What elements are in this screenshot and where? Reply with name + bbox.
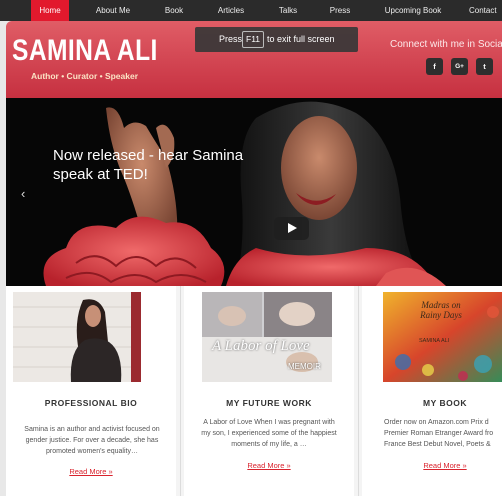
card-future-work: A Labor of Love MEMOIR MY FUTURE WORK A … xyxy=(184,286,354,496)
nav-book[interactable]: Book xyxy=(157,0,191,21)
card-future-image-title: A Labor of Love xyxy=(212,338,310,354)
card-bio-read-more[interactable]: Read More » xyxy=(6,467,176,476)
card-book-text: Order now on Amazon.com Prix d Premier R… xyxy=(384,419,494,448)
fullscreen-notice-prefix: Press xyxy=(219,34,243,44)
twitter-icon[interactable]: t xyxy=(476,58,493,75)
card-divider xyxy=(180,286,181,496)
card-bio-text: Samina is an author and activist focused… xyxy=(24,426,160,455)
hero-caption[interactable]: Now released - hear Samina speak at TED! xyxy=(53,146,273,184)
nav-talks[interactable]: Talks xyxy=(273,0,303,21)
card-future-image-subtitle: MEMOIR xyxy=(288,362,321,371)
f11-key: F11 xyxy=(242,31,265,48)
card-book-cover-title: Madras on Rainy Days xyxy=(420,300,462,320)
social-connect-label: Connect with me in Social xyxy=(390,39,502,50)
hero-video-still xyxy=(6,98,502,286)
nav-upcoming-book[interactable]: Upcoming Book xyxy=(378,0,448,21)
card-future-read-more[interactable]: Read More » xyxy=(184,461,354,470)
facebook-icon[interactable]: f xyxy=(426,58,443,75)
card-my-book: Madras on Rainy Days SAMINA ALI MY BOOK … xyxy=(362,286,502,496)
fullscreen-notice: Press F11 to exit full screen xyxy=(195,27,358,52)
card-book-cover-author: SAMINA ALI xyxy=(419,338,450,344)
nav-home[interactable]: Home xyxy=(31,0,69,21)
card-book-cover[interactable]: Madras on Rainy Days SAMINA ALI xyxy=(383,292,502,382)
video-play-button[interactable] xyxy=(274,217,309,240)
slider-prev-icon[interactable]: ‹ xyxy=(21,186,25,201)
card-professional-bio: PROFESSIONAL BIO Samina is an author and… xyxy=(6,286,176,496)
hero-slider[interactable]: Now released - hear Samina speak at TED!… xyxy=(6,98,502,286)
nav-articles[interactable]: Articles xyxy=(211,0,251,21)
nav-press[interactable]: Press xyxy=(325,0,355,21)
card-bio-image[interactable] xyxy=(13,292,141,382)
card-book-read-more[interactable]: Read More » xyxy=(382,461,502,470)
nav-contact[interactable]: Contact xyxy=(469,0,502,21)
card-future-text: A Labor of Love When I was pregnant with… xyxy=(201,419,337,448)
top-nav: Home About Me Book Articles Talks Press … xyxy=(0,0,502,21)
card-future-image[interactable]: A Labor of Love MEMOIR xyxy=(202,292,332,382)
google-plus-icon[interactable]: G+ xyxy=(451,58,468,75)
card-bio-title: PROFESSIONAL BIO xyxy=(44,398,138,408)
feature-cards: PROFESSIONAL BIO Samina is an author and… xyxy=(6,286,502,496)
nav-about-me[interactable]: About Me xyxy=(88,0,138,21)
site-logo[interactable]: SAMINA ALI xyxy=(12,34,158,68)
card-divider xyxy=(358,286,359,496)
play-icon xyxy=(288,223,297,233)
card-book-title: MY BOOK xyxy=(423,398,467,408)
fullscreen-notice-suffix: to exit full screen xyxy=(267,34,335,44)
site-tagline: Author • Curator • Speaker xyxy=(31,71,139,81)
card-future-title: MY FUTURE WORK xyxy=(226,398,312,408)
